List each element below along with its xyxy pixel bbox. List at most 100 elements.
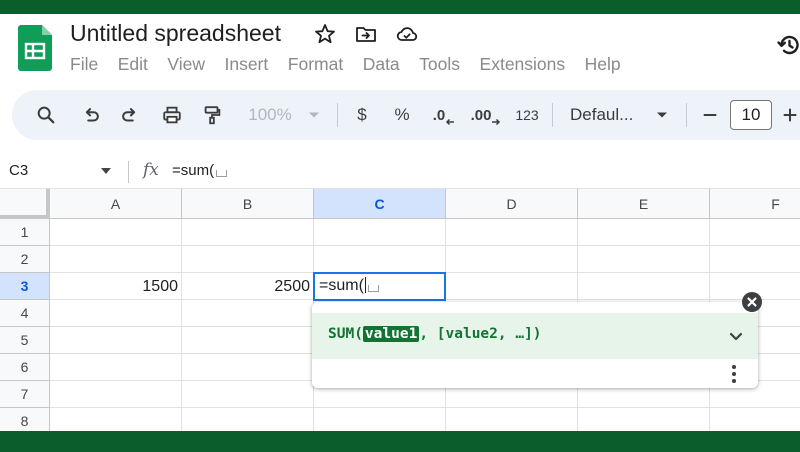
column-header-b[interactable]: B [182,189,314,219]
cell-a4[interactable] [50,300,182,327]
menu-view[interactable]: View [167,54,205,76]
version-history-icon[interactable] [776,32,800,58]
menu-format[interactable]: Format [288,54,343,76]
cell-e3[interactable] [578,273,710,300]
chevron-down-icon[interactable] [656,103,668,127]
menu-file[interactable]: File [70,54,98,76]
increase-decimal-button[interactable]: .00 [468,103,504,127]
cell-e1[interactable] [578,219,710,246]
print-icon[interactable] [160,103,184,127]
cell-a6[interactable] [50,354,182,381]
menu-bar: File Edit View Insert Format Data Tools … [70,54,640,76]
row-header-7[interactable]: 7 [0,381,50,408]
cell-f8[interactable] [710,408,800,431]
menu-insert[interactable]: Insert [224,54,268,76]
column-header-c[interactable]: C [314,189,446,219]
cell-a7[interactable] [50,381,182,408]
app-window: Untitled spreadsheet File Edit View Inse… [0,14,800,431]
select-all-corner[interactable] [0,189,50,219]
formula-input[interactable]: =sum( [172,162,228,179]
row-header-1[interactable]: 1 [0,219,50,246]
cell-e8[interactable] [578,408,710,431]
row-header-4[interactable]: 4 [0,300,50,327]
minus-icon[interactable] [700,103,720,127]
chevron-down-icon[interactable] [308,103,320,127]
row-header-3[interactable]: 3 [0,273,50,300]
bottom-frame-band [0,431,800,452]
arrow-left-icon [446,118,455,126]
close-icon[interactable] [742,292,762,312]
name-box[interactable]: C3 [9,162,28,179]
toolbar-separator [552,103,553,127]
zoom-select[interactable]: 100% [243,103,297,127]
move-to-folder-icon[interactable] [354,22,378,46]
plus-icon[interactable] [780,103,800,127]
decrease-decimal-button[interactable]: .0 [428,103,460,127]
cell-d8[interactable] [446,408,578,431]
menu-extensions[interactable]: Extensions [480,54,566,76]
current-parameter: value1 [362,326,420,342]
text-cursor [364,277,366,293]
cell-d3[interactable] [446,273,578,300]
cell-c1[interactable] [314,219,446,246]
chevron-down-icon[interactable] [100,166,112,176]
menu-edit[interactable]: Edit [118,54,148,76]
cell-f1[interactable] [710,219,800,246]
cell-d1[interactable] [446,219,578,246]
document-title[interactable]: Untitled spreadsheet [70,20,281,47]
cloud-saved-icon[interactable] [395,22,419,46]
expand-chevron-icon[interactable] [728,328,744,344]
fx-icon: fx [143,160,159,180]
cell-b3[interactable]: 2500 [182,273,314,300]
font-select[interactable]: Defaul... [570,103,654,127]
cell-c2[interactable] [314,246,446,273]
cell-a1[interactable] [50,219,182,246]
row-header-2[interactable]: 2 [0,246,50,273]
cell-b4[interactable] [182,300,314,327]
cell-b7[interactable] [182,381,314,408]
cell-b2[interactable] [182,246,314,273]
search-icon[interactable] [34,103,58,127]
column-header-a[interactable]: A [50,189,182,219]
column-header-e[interactable]: E [578,189,710,219]
sheets-logo[interactable] [18,25,52,71]
currency-format-button[interactable]: $ [350,103,374,127]
cell-f2[interactable] [710,246,800,273]
toolbar: 100% $ % .0 .00 123 Defaul... 10 [12,90,800,140]
font-size-input[interactable]: 10 [730,100,772,130]
cell-b6[interactable] [182,354,314,381]
menu-data[interactable]: Data [363,54,400,76]
more-vert-icon[interactable] [728,363,740,385]
more-formats-button[interactable]: 123 [512,103,542,127]
cell-b8[interactable] [182,408,314,431]
formula-bar: C3 fx =sum( [0,155,800,189]
cell-c8[interactable] [314,408,446,431]
cell-e2[interactable] [578,246,710,273]
cell-a2[interactable] [50,246,182,273]
menu-tools[interactable]: Tools [419,54,460,76]
row-header-8[interactable]: 8 [0,408,50,431]
function-signature-row[interactable]: SUM(value1, [value2, …]) [312,313,758,359]
row-header-5[interactable]: 5 [0,327,50,354]
menu-help[interactable]: Help [585,54,621,76]
cell-a5[interactable] [50,327,182,354]
arrow-right-icon [492,118,501,126]
toolbar-separator [686,103,687,127]
toolbar-separator [337,103,338,127]
cell-c3-editor[interactable]: =sum( [313,272,446,301]
cell-a8[interactable] [50,408,182,431]
column-header-d[interactable]: D [446,189,578,219]
cell-d2[interactable] [446,246,578,273]
undo-icon[interactable] [79,103,103,127]
space-marker [367,285,379,292]
paint-format-icon[interactable] [200,103,224,127]
star-icon[interactable] [313,22,337,46]
cell-b5[interactable] [182,327,314,354]
percent-format-button[interactable]: % [390,103,414,127]
column-header-f[interactable]: F [710,189,800,219]
cell-a3[interactable]: 1500 [50,273,182,300]
cell-b1[interactable] [182,219,314,246]
redo-icon[interactable] [118,103,142,127]
row-header-6[interactable]: 6 [0,354,50,381]
space-marker [216,170,228,177]
